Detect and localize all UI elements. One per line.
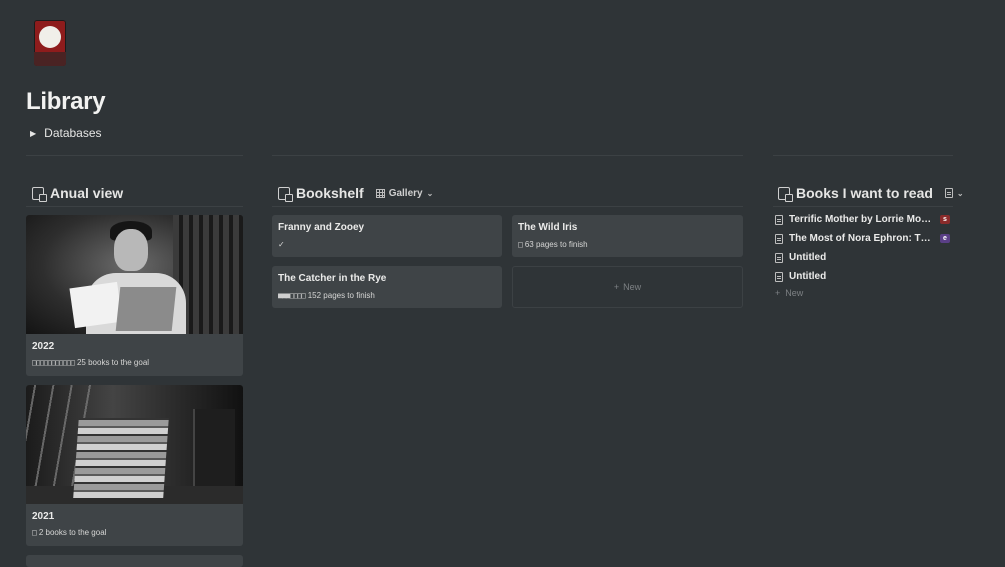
tag-badge: s (940, 215, 950, 224)
tag-badge: e (940, 234, 950, 243)
databases-toggle[interactable]: ▶ Databases (30, 126, 102, 140)
book-title: The Catcher in the Rye (278, 273, 387, 284)
pages-progress: ■■■□□□□ 152 pages to finish (278, 291, 375, 300)
divider (272, 206, 743, 207)
list-item[interactable]: Untitled (775, 267, 953, 286)
triangle-right-icon: ▶ (30, 128, 37, 138)
gallery-view-button[interactable]: Gallery ⌄ (375, 187, 434, 199)
book-card[interactable]: Franny and Zooey ✓ (272, 215, 502, 257)
item-title: Untitled (789, 271, 827, 282)
new-book-button[interactable]: + New (512, 266, 743, 308)
boy-reading-photo (26, 215, 243, 334)
item-title: Terrific Mother by Lorrie Moo... (789, 214, 934, 225)
book-card[interactable]: The Catcher in the Rye ■■■□□□□ 152 pages… (272, 266, 502, 308)
bookshelf-header[interactable]: Bookshelf Gallery ⌄ (278, 185, 434, 202)
divider (272, 155, 743, 156)
database-icon (32, 186, 47, 202)
stacked-books-photo (26, 385, 243, 504)
page-icon (775, 233, 783, 244)
list-item[interactable]: Untitled (775, 248, 953, 267)
book-title: The Wild Iris (518, 222, 578, 233)
pages-text: 63 pages to finish (524, 240, 588, 249)
list-icon (944, 188, 953, 198)
card-year: 2021 (32, 511, 55, 522)
list-item[interactable]: The Most of Nora Ephron: Th... e (775, 229, 953, 248)
book-card[interactable]: The Wild Iris □ 63 pages to finish (512, 215, 743, 257)
new-label: New (623, 282, 642, 292)
divider (26, 155, 243, 156)
divider (26, 206, 243, 207)
want-to-read-title: Books I want to read (796, 185, 933, 201)
annual-card-2022[interactable]: 2022 □□□□□□□□□□□ 25 books to the goal (26, 215, 243, 376)
progress-boxes: ■■■□□□□ (278, 291, 306, 300)
want-to-read-header[interactable]: Books I want to read ⌄ (778, 185, 964, 202)
page-icon (775, 252, 783, 263)
card-year: 2022 (32, 341, 55, 352)
view-label: Gallery (388, 187, 423, 199)
new-item-button[interactable]: + New (775, 288, 953, 298)
annual-card-2021[interactable]: 2021 □ 2 books to the goal (26, 385, 243, 546)
page-icon (775, 271, 783, 282)
item-title: Untitled (789, 252, 827, 263)
goal-progress: □ 2 books to the goal (32, 528, 106, 537)
annual-view-title: Anual view (50, 185, 124, 201)
chevron-down-icon: ⌄ (426, 188, 434, 198)
pages-text: 152 pages to finish (307, 291, 375, 300)
list-view-button[interactable]: ⌄ (944, 188, 964, 198)
database-icon (278, 186, 293, 202)
divider (773, 206, 953, 207)
book-title: Franny and Zooey (278, 222, 365, 233)
divider (773, 155, 953, 156)
bookshelf-title: Bookshelf (296, 185, 364, 201)
progress-boxes: □ (32, 528, 37, 537)
checkmark-icon: ✓ (278, 240, 285, 249)
sun-graphic (39, 26, 61, 48)
progress-boxes: □□□□□□□□□□□ (32, 358, 75, 367)
page-icon[interactable] (34, 20, 66, 66)
plus-icon: + (613, 282, 620, 292)
new-label: New (785, 288, 804, 298)
annual-card-partial[interactable] (26, 555, 243, 567)
progress-boxes: □ (518, 240, 523, 249)
book-status: ✓ (278, 240, 285, 249)
goal-progress: □□□□□□□□□□□ 25 books to the goal (32, 358, 149, 367)
goal-text: 2 books to the goal (38, 528, 107, 537)
goal-text: 25 books to the goal (76, 358, 150, 367)
chevron-down-icon: ⌄ (956, 188, 964, 198)
item-title: The Most of Nora Ephron: Th... (789, 233, 934, 244)
page-title: Library (26, 88, 106, 115)
database-icon (778, 186, 793, 202)
pages-progress: □ 63 pages to finish (518, 240, 588, 249)
plus-icon: + (775, 288, 781, 298)
gallery-icon (375, 188, 385, 198)
list-item[interactable]: Terrific Mother by Lorrie Moo... s (775, 210, 953, 229)
want-list: Terrific Mother by Lorrie Moo... s The M… (775, 210, 953, 298)
annual-view-header[interactable]: Anual view (32, 185, 124, 202)
page-icon (775, 214, 783, 225)
toggle-label: Databases (44, 126, 102, 140)
ground-graphic (34, 52, 66, 66)
